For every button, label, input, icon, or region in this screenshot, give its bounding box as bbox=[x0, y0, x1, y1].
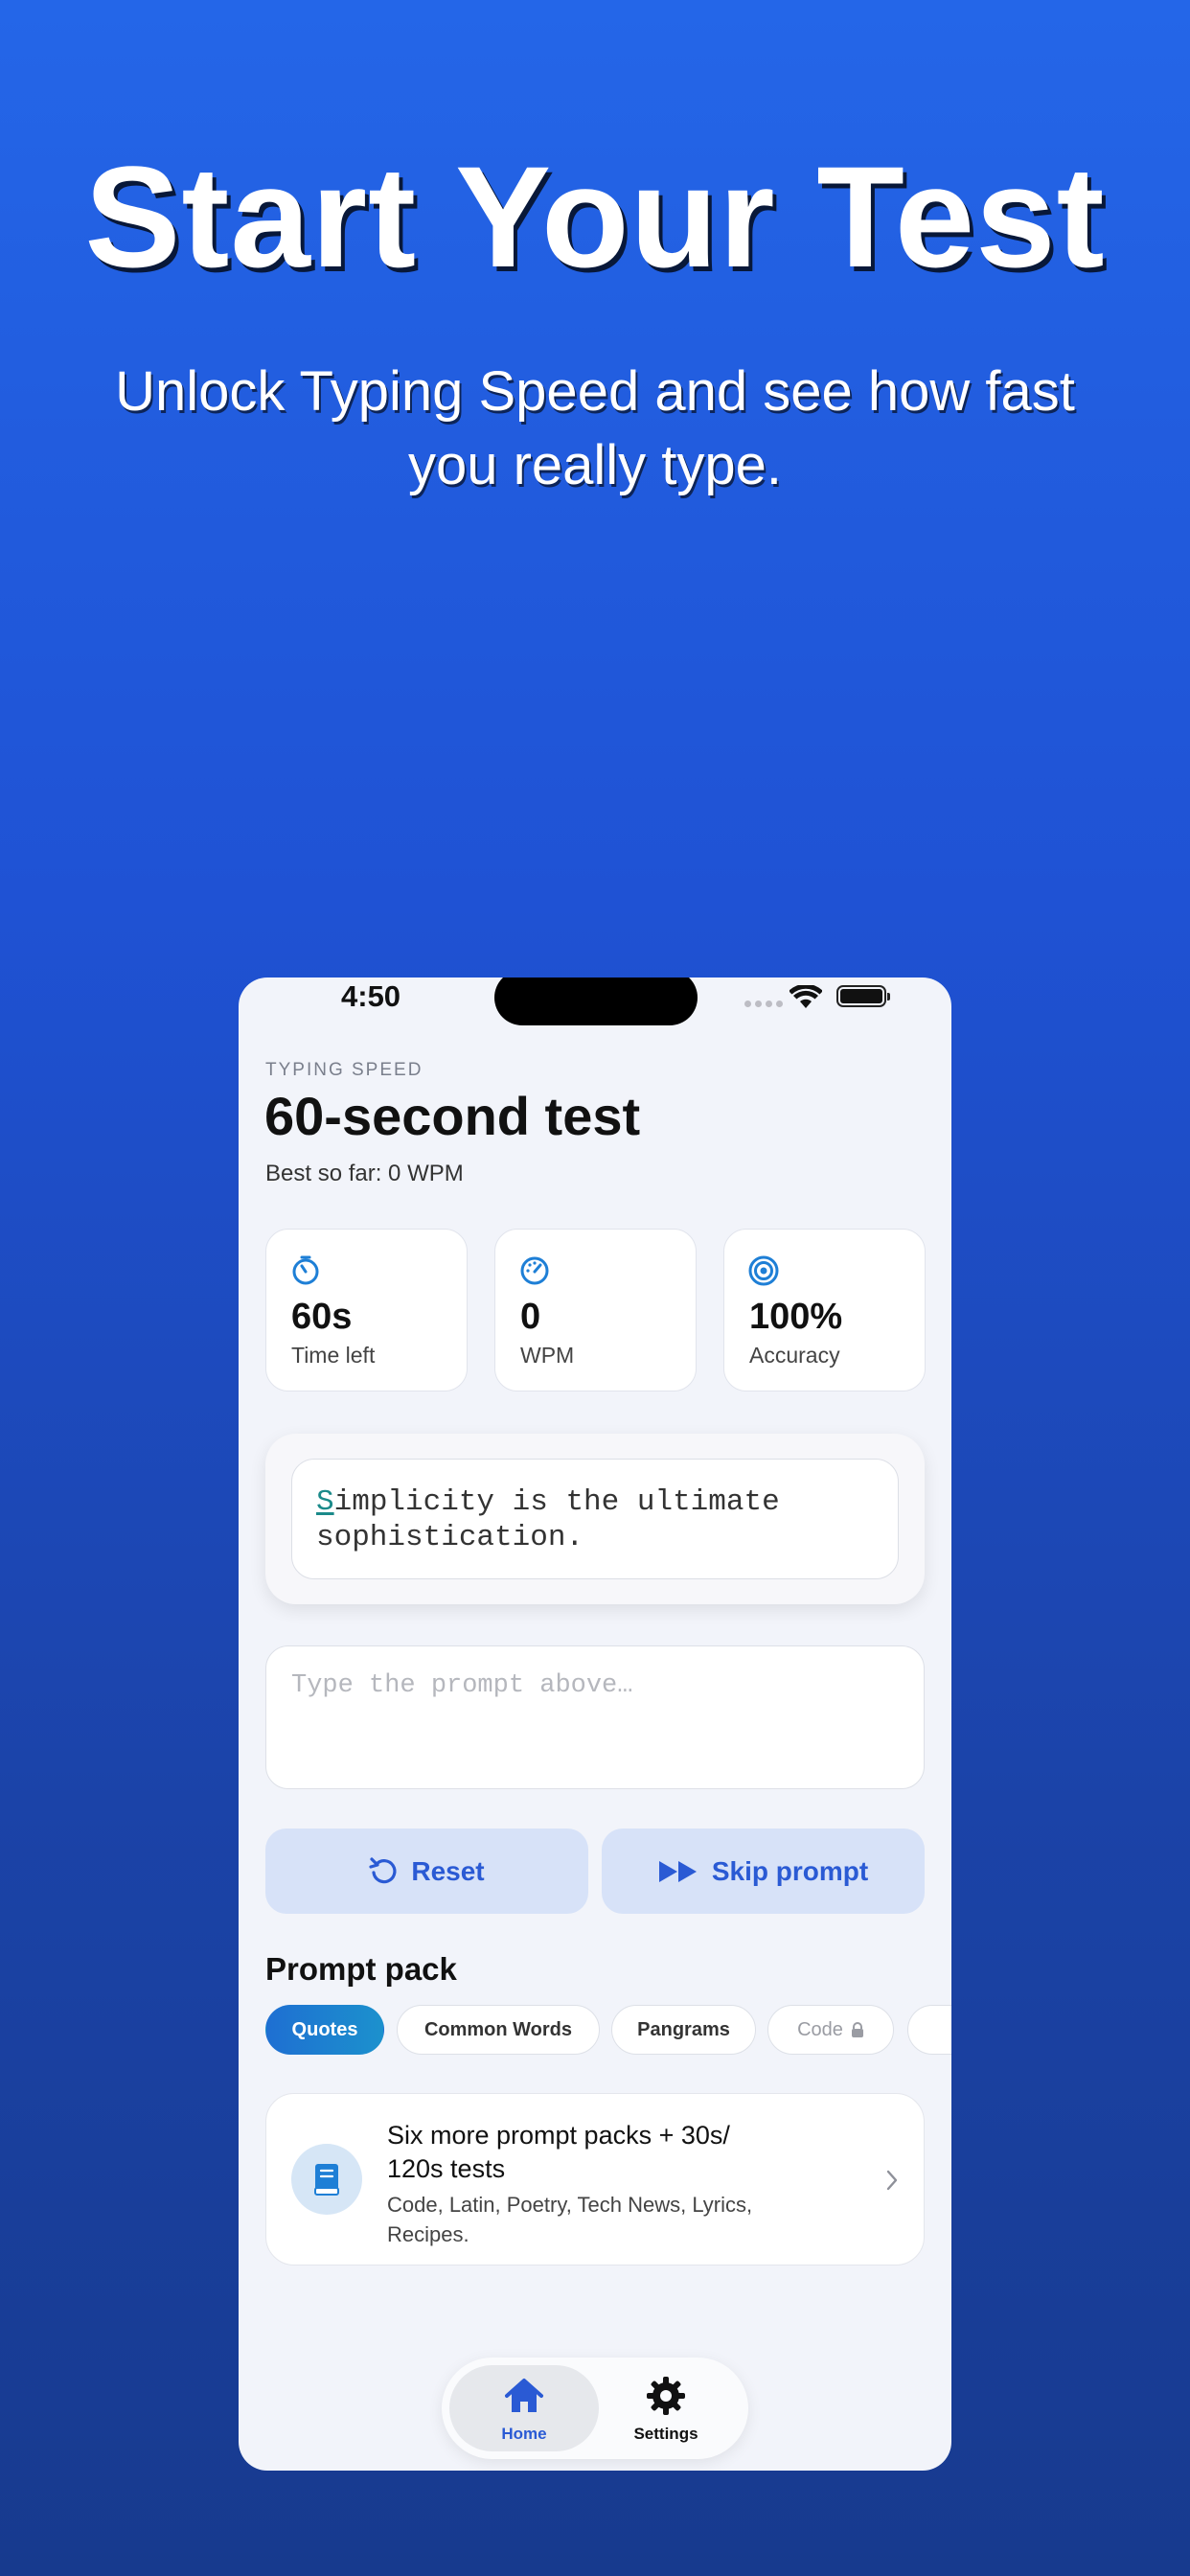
dynamic-island bbox=[494, 978, 698, 1025]
chip-label: Quotes bbox=[291, 2018, 358, 2040]
stat-value: 0 bbox=[520, 1297, 541, 1337]
tab-settings[interactable]: Settings bbox=[591, 2365, 741, 2451]
cellular-signal-icon bbox=[744, 1000, 783, 1007]
stat-value: 60s bbox=[291, 1297, 353, 1337]
timer-icon bbox=[292, 1255, 319, 1285]
tab-bar: Home Settings bbox=[442, 2358, 748, 2459]
stat-label: Time left bbox=[291, 1343, 376, 1368]
tab-label: Settings bbox=[633, 2425, 698, 2443]
chip-label: Pangrams bbox=[637, 2018, 730, 2040]
lock-icon bbox=[851, 2021, 863, 2037]
prompt-text: Simplicity is the ultimate sophisticatio… bbox=[291, 1459, 899, 1579]
stat-value: 100% bbox=[749, 1297, 843, 1337]
skip-prompt-button[interactable]: Skip prompt bbox=[602, 1828, 925, 1914]
typing-input-placeholder: Type the prompt above… bbox=[291, 1671, 633, 1700]
status-bar: 4:50 bbox=[239, 978, 951, 1035]
hero-title: Start Your Test bbox=[84, 136, 1106, 297]
chevron-right-icon bbox=[886, 2170, 898, 2191]
chip-pangrams[interactable]: Pangrams bbox=[611, 2005, 756, 2055]
prompt-pack-title: Prompt pack bbox=[265, 1951, 457, 1987]
chip-next-partial[interactable] bbox=[907, 2005, 951, 2055]
status-time: 4:50 bbox=[341, 979, 401, 1013]
best-score: Best so far: 0 WPM bbox=[265, 1161, 464, 1186]
hero-subtitle: Unlock Typing Speed and see how fast you… bbox=[115, 360, 1075, 496]
chip-common-words[interactable]: Common Words bbox=[397, 2005, 600, 2055]
stat-card-accuracy: 100% Accuracy bbox=[723, 1229, 926, 1392]
chip-code-locked[interactable]: Code bbox=[767, 2005, 894, 2055]
prompt-remaining-text: implicity is the ultimate sophistication… bbox=[316, 1485, 780, 1554]
upsell-details: Code, Latin, Poetry, Tech News, Lyrics, … bbox=[387, 2193, 753, 2246]
prompt-card: Simplicity is the ultimate sophisticatio… bbox=[265, 1434, 925, 1604]
prompt-pack-chips: Quotes Common Words Pangrams Code bbox=[265, 2005, 951, 2055]
reset-icon bbox=[369, 1856, 397, 1883]
battery-icon bbox=[836, 985, 890, 1007]
typing-input[interactable]: Type the prompt above… bbox=[265, 1645, 925, 1789]
chip-quotes[interactable]: Quotes bbox=[265, 2005, 384, 2055]
tab-home[interactable]: Home bbox=[449, 2365, 599, 2451]
house-icon bbox=[505, 2379, 543, 2412]
gear-icon bbox=[647, 2377, 685, 2415]
stat-label: WPM bbox=[520, 1343, 575, 1368]
target-icon bbox=[748, 1255, 779, 1286]
chip-label: Common Words bbox=[423, 2018, 573, 2040]
fast-forward-icon bbox=[658, 1860, 697, 1882]
app-eyebrow: TYPING SPEED bbox=[265, 1060, 423, 1080]
upsell-card[interactable]: Six more prompt packs + 30s/ 120s tests … bbox=[265, 2093, 925, 2266]
wifi-icon bbox=[790, 985, 822, 1008]
skip-prompt-label: Skip prompt bbox=[711, 1855, 869, 1886]
upsell-headline: Six more prompt packs + 30s/ 120s tests bbox=[387, 2121, 730, 2183]
reset-label: Reset bbox=[411, 1855, 485, 1886]
stat-card-wpm: 0 WPM bbox=[494, 1229, 697, 1392]
reset-button[interactable]: Reset bbox=[265, 1828, 588, 1914]
speedometer-icon bbox=[520, 1256, 549, 1285]
stat-card-time: 60s Time left bbox=[265, 1229, 468, 1392]
tab-label: Home bbox=[501, 2425, 547, 2443]
page-title: 60-second test bbox=[264, 1086, 641, 1146]
prompt-cursor-char: S bbox=[316, 1485, 334, 1519]
stat-label: Accuracy bbox=[749, 1343, 840, 1368]
chip-label: Code bbox=[797, 2018, 843, 2040]
book-icon bbox=[291, 2144, 362, 2215]
phone-screen: 4:50 TYPING SPEED 60-second test Best so… bbox=[239, 978, 951, 2471]
